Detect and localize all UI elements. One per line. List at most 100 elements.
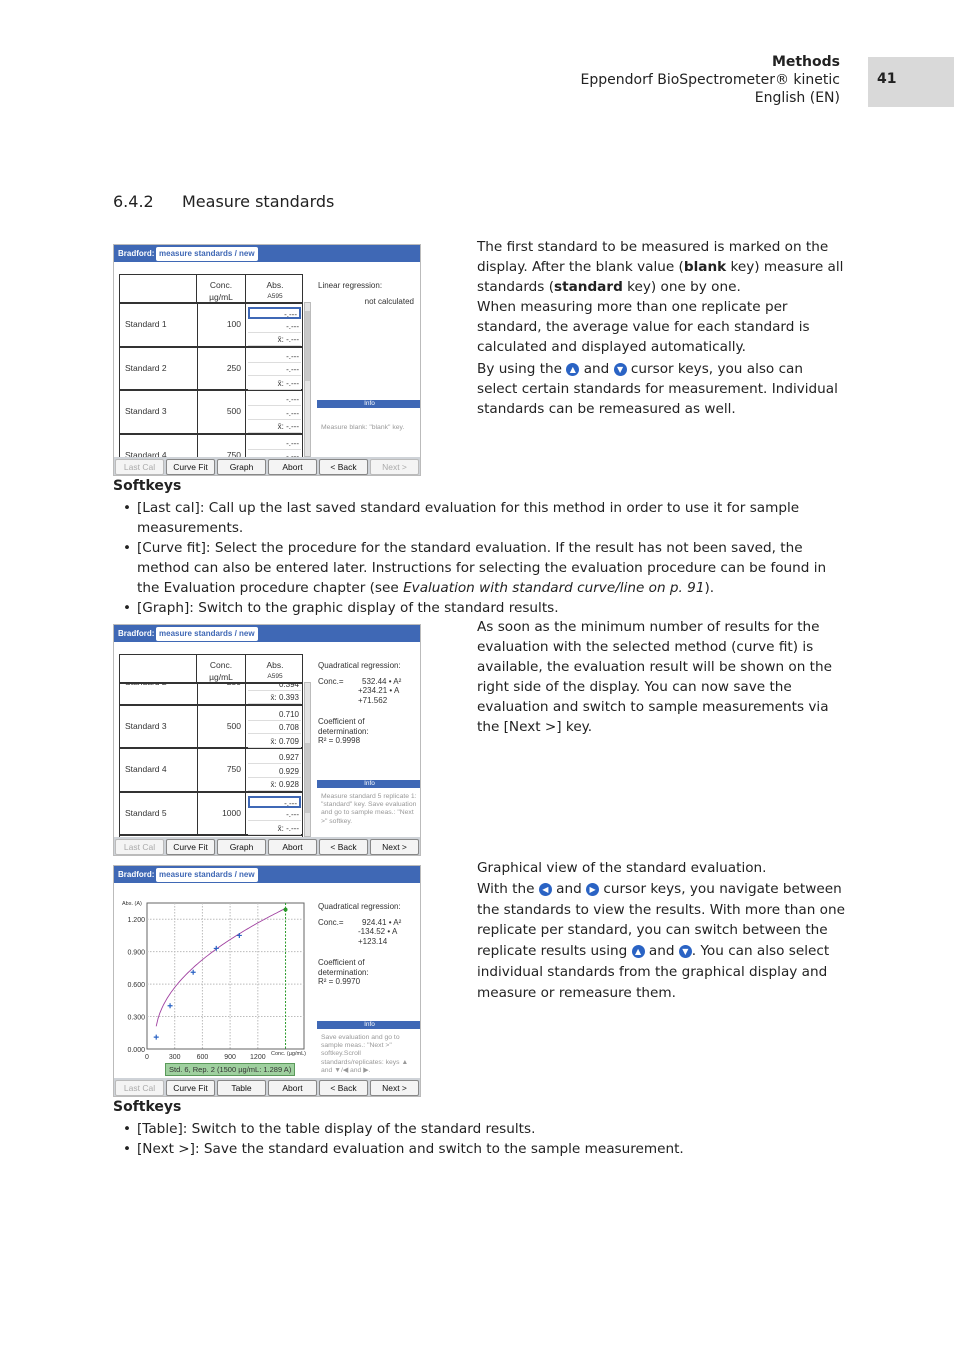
replicate-value[interactable]: 0.708: [248, 722, 301, 734]
softkey-graph-button[interactable]: Graph: [217, 839, 266, 855]
table-row[interactable]: Standard 3 500 -.--- -.--- x̄: -.---: [120, 391, 302, 435]
header-abs-unit: A595: [267, 293, 283, 300]
softkey-curvefit-button[interactable]: Curve Fit: [166, 1080, 215, 1096]
regression-line: determination:: [318, 726, 369, 736]
replicate-value[interactable]: 0.927: [248, 752, 301, 764]
x-axis-label: Conc. (µg/mL): [271, 1051, 306, 1057]
info-bar: Info: [317, 400, 420, 408]
paragraph-intro: The first standard to be measured is mar…: [477, 239, 844, 417]
info-text: Measure blank: "blank" key.: [321, 424, 405, 431]
standard-conc: 750: [197, 749, 246, 793]
title-bar: Bradford: measure standards / new: [114, 625, 420, 642]
regression-line: Linear regression:: [318, 281, 383, 290]
replicate-mean[interactable]: x̄: 0.709: [248, 736, 301, 748]
replicate-value[interactable]: -.---: [248, 408, 301, 420]
replicate-value[interactable]: 0.929: [248, 766, 301, 778]
standard-curve-chart[interactable]: 0.000 0.300 0.600 0.900 1.200 0 300 600 900 1200 A…: [114, 886, 314, 1066]
screenshot-table-empty: Bradford: measure standards / new Conc. µg/…: [113, 244, 421, 476]
title-tab: measure standards / new: [156, 627, 258, 641]
softkeys-list: [Last cal]: Call up the last saved stand…: [113, 498, 833, 618]
softkey-abort-button[interactable]: Abort: [268, 839, 317, 855]
table-row[interactable]: Standard 2 250 -.--- -.--- x̄: -.---: [120, 347, 302, 391]
replicate-value[interactable]: 0.710: [248, 709, 301, 721]
softkey-lastcal-button[interactable]: Last Cal: [115, 459, 164, 475]
table-row[interactable]: Standard 3 500 0.710 0.708 x̄: 0.709: [120, 705, 302, 749]
header-language: English (EN): [754, 90, 840, 106]
y-tick-label: 0.300: [127, 1015, 145, 1022]
softkeys-heading: Softkeys: [113, 478, 182, 494]
softkey-table-button[interactable]: Table: [217, 1080, 266, 1096]
list-item: [Graph]: Switch to the graphic display o…: [113, 598, 833, 618]
regression-line: -134.52 • A: [358, 927, 398, 936]
header-abs: Abs. A595: [246, 655, 302, 684]
regression-line: Quadratical regression:: [318, 902, 401, 911]
header-abs-unit: A595: [267, 673, 283, 680]
standard-name: Standard 3: [125, 406, 167, 416]
table-row[interactable]: Standard 4750-.----.---x̄: -.---: [120, 434, 302, 457]
header-conc: Conc. µg/mL: [197, 655, 246, 684]
scrollbar-thumb[interactable]: [305, 311, 310, 381]
replicate-value[interactable]: -.---: [248, 351, 301, 363]
cursor-down-icon: ▼: [678, 945, 692, 959]
table-row[interactable]: Standard 5 1000 -.--- -.--- x̄: -.---: [120, 792, 302, 836]
replicate-mean[interactable]: x̄: -.---: [248, 421, 301, 433]
scrollbar[interactable]: [304, 302, 311, 457]
screenshot-graph: Bradford: measure standards / new 0.000 0.3…: [113, 865, 421, 1097]
standards-table: Conc. µg/mL Abs. A595 Standard 1 100 -.--- -.--…: [119, 274, 303, 458]
header-conc-line: Conc.: [209, 660, 233, 670]
softkey-next-button[interactable]: Next >: [370, 459, 419, 475]
softkey-back-button[interactable]: < Back: [319, 839, 368, 855]
regression-line: Quadratical regression:: [318, 661, 401, 670]
replicate-value[interactable]: -.---: [248, 321, 301, 333]
replicate-mean[interactable]: x̄: -.---: [248, 823, 301, 835]
softkey-lastcal-button[interactable]: Last Cal: [115, 1080, 164, 1096]
regression-line: +123.14: [358, 936, 388, 946]
list-item: [Curve fit]: Select the procedure for th…: [113, 538, 833, 598]
softkeys-heading-2: Softkeys: [113, 1099, 182, 1115]
softkey-abort-button[interactable]: Abort: [268, 459, 317, 475]
replicate-value[interactable]: -.---: [248, 364, 301, 376]
title-prefix: Bradford:: [118, 870, 155, 879]
softkey-abort-button[interactable]: Abort: [268, 1080, 317, 1096]
softkey-back-button[interactable]: < Back: [319, 459, 368, 475]
softkey-bar: Last Cal Curve Fit Graph Abort < Back Next >: [114, 457, 420, 475]
standard-conc: 500: [197, 391, 246, 435]
cursor-right-icon: ▶: [586, 882, 600, 896]
regression-panel: Quadratical regression: Conc.= 924.41 • A²…: [318, 902, 420, 987]
softkey-curvefit-button[interactable]: Curve Fit: [166, 459, 215, 475]
table-row[interactable]: Standard 4 750 0.927 0.929 x̄: 0.928: [120, 749, 302, 793]
replicate-value[interactable]: -.---: [248, 394, 301, 406]
info-bar: Info: [317, 1021, 420, 1029]
softkey-back-button[interactable]: < Back: [319, 1080, 368, 1096]
replicate-value[interactable]: -.---: [248, 809, 301, 821]
softkey-bar: Last Cal Curve Fit Graph Abort < Back Next >: [114, 837, 420, 855]
standard-conc: 100: [197, 304, 246, 348]
title-bar: Bradford: measure standards / new: [114, 245, 420, 262]
title-prefix: Bradford:: [118, 249, 155, 258]
replicate-value[interactable]: -.---: [248, 795, 301, 808]
replicate-mean[interactable]: x̄: 0.393: [248, 692, 301, 704]
cursor-up-icon: ▲: [566, 363, 580, 376]
header-abs: Abs. A595: [246, 275, 302, 304]
header-abs-line: Abs.: [266, 280, 284, 290]
x-tick-label: 0: [145, 1054, 149, 1061]
replicate-mean[interactable]: x̄: -.---: [248, 334, 301, 346]
scrollbar[interactable]: [304, 682, 311, 837]
softkey-next-button[interactable]: Next >: [370, 839, 419, 855]
softkey-lastcal-button[interactable]: Last Cal: [115, 839, 164, 855]
scrollbar-thumb[interactable]: [305, 743, 310, 813]
replicate-mean[interactable]: x̄: -.---: [248, 378, 301, 390]
header-conc-unit: µg/mL: [209, 292, 233, 302]
table-row[interactable]: Standard 1 100 -.--- -.--- x̄: -.---: [120, 304, 302, 348]
replicate-mean[interactable]: x̄: 0.928: [248, 779, 301, 791]
softkey-next-button[interactable]: Next >: [370, 1080, 419, 1096]
softkey-curvefit-button[interactable]: Curve Fit: [166, 839, 215, 855]
softkey-graph-button[interactable]: Graph: [217, 459, 266, 475]
cross-reference-link[interactable]: Evaluation with standard curve/line on p…: [403, 580, 704, 596]
header-conc-unit: µg/mL: [209, 672, 233, 682]
replicate-value[interactable]: -.---: [248, 307, 301, 319]
regression-panel: Quadratical regression: Conc.= 532.44 • A²…: [318, 661, 420, 746]
y-tick-label: 0.000: [127, 1047, 145, 1054]
info-bar: Info: [317, 780, 420, 788]
replicate-value[interactable]: -.---: [248, 438, 301, 450]
